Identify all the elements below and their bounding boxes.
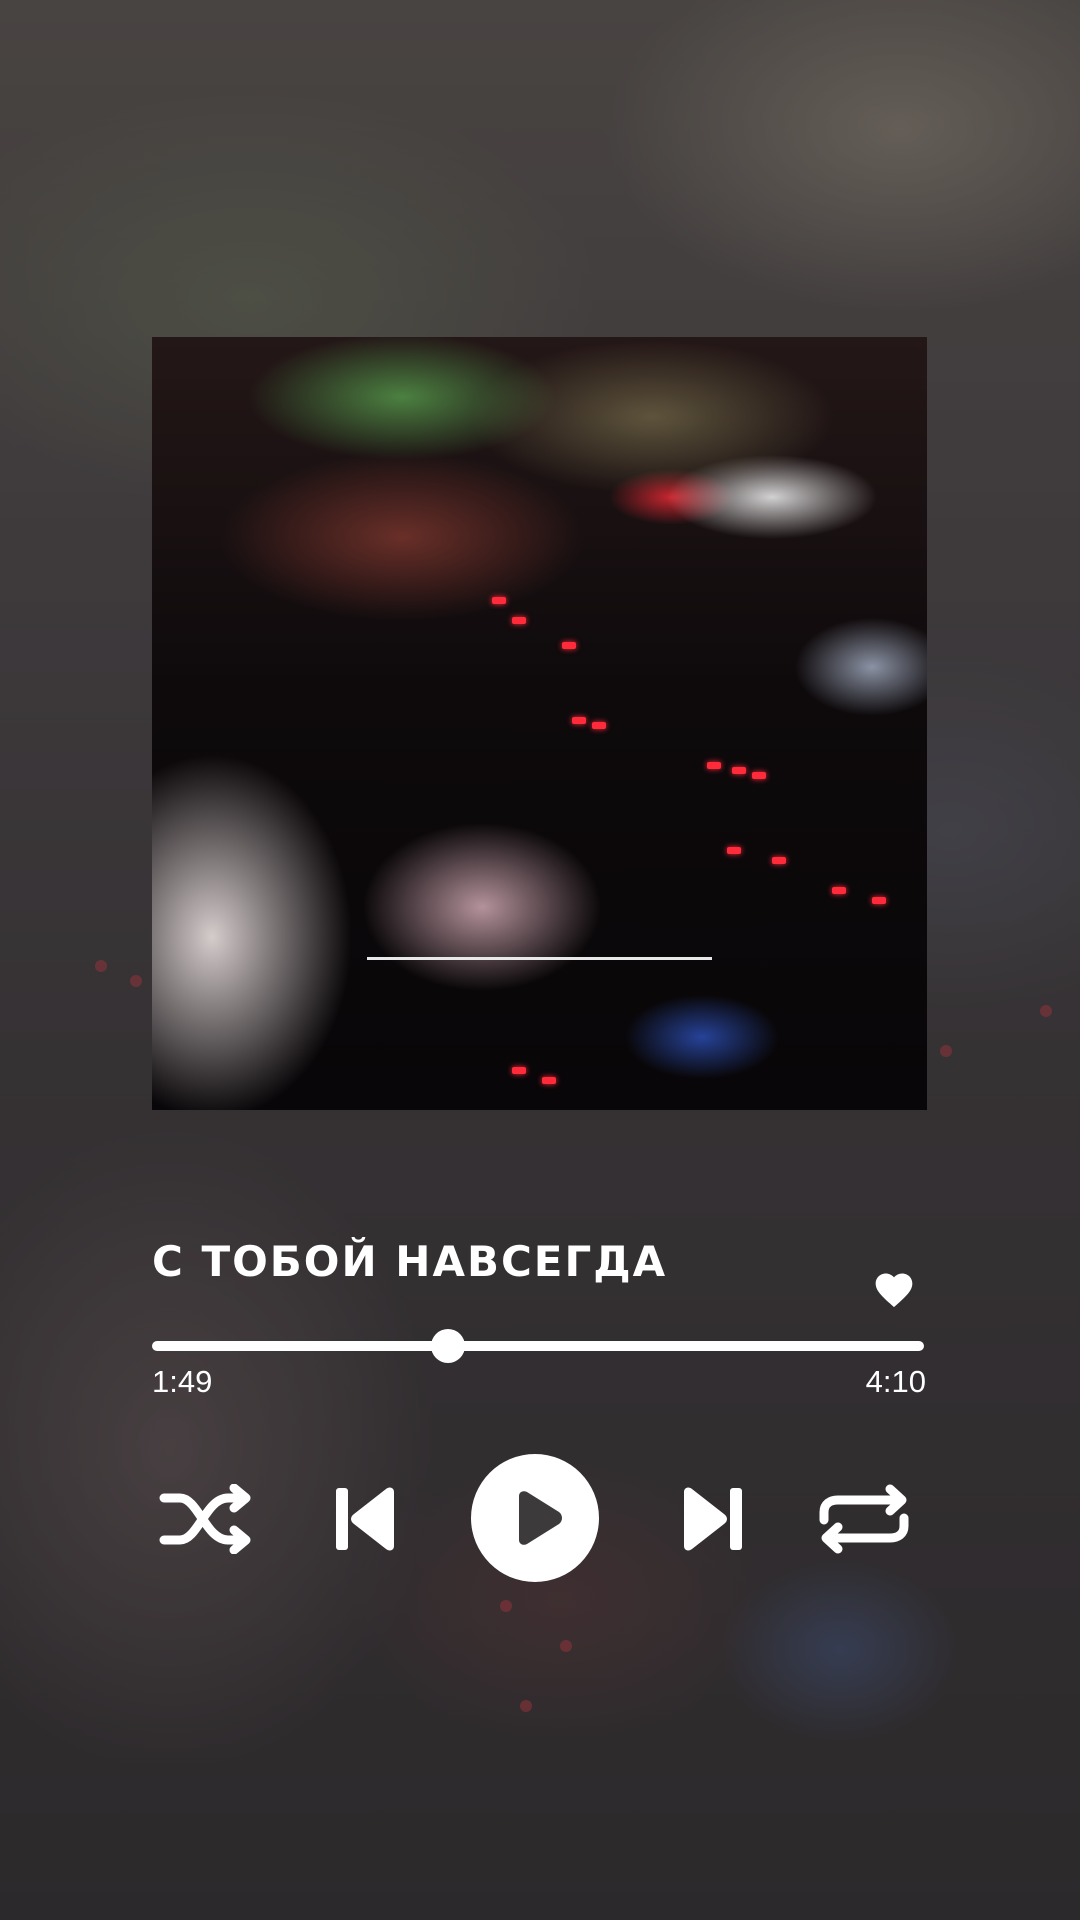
repeat-icon — [819, 1484, 909, 1554]
current-time: 1:49 — [152, 1364, 213, 1399]
progress-bar[interactable] — [152, 1329, 924, 1363]
play-icon — [519, 1491, 562, 1545]
repeat-button[interactable] — [816, 1484, 912, 1554]
next-button[interactable] — [680, 1484, 744, 1554]
total-time: 4:10 — [865, 1364, 926, 1399]
cover-line-decoration — [367, 957, 712, 960]
play-button[interactable] — [471, 1454, 599, 1582]
like-button[interactable] — [872, 1268, 916, 1312]
previous-button[interactable] — [334, 1484, 398, 1554]
shuffle-icon — [159, 1484, 251, 1554]
skip-previous-icon — [336, 1487, 394, 1551]
shuffle-button[interactable] — [158, 1484, 254, 1554]
heart-icon — [875, 1273, 913, 1308]
album-cover — [152, 337, 927, 1110]
track-title: С ТОБОЙ НАВСЕГДА — [152, 1237, 668, 1286]
skip-next-icon — [684, 1487, 742, 1551]
